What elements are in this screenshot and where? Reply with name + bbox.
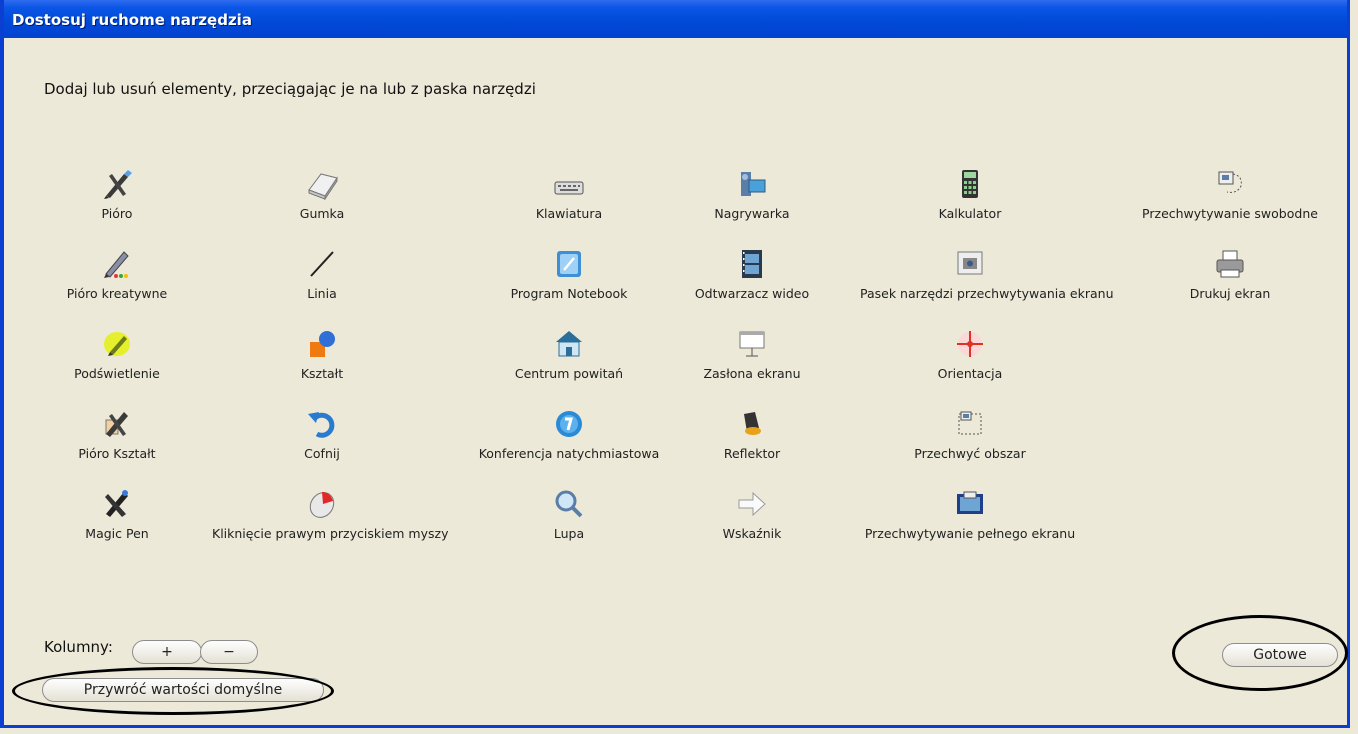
- tool-item[interactable]: Drukuj ekran: [1120, 248, 1340, 301]
- recorder-icon: [735, 168, 769, 200]
- fullscreen-capture-icon: [953, 488, 987, 520]
- tool-label: Wskaźnik: [722, 526, 782, 541]
- creative-pen-icon: [100, 248, 134, 280]
- remove-column-button[interactable]: −: [200, 640, 258, 664]
- tool-item[interactable]: Kliknięcie prawym przyciskiem myszy: [212, 488, 449, 541]
- magnifier-icon: [552, 488, 586, 520]
- dialog-window: Dostosuj ruchome narzędzia Dodaj lub usu…: [0, 0, 1350, 728]
- tool-item[interactable]: Zasłona ekranu: [642, 328, 862, 381]
- tool-item[interactable]: Linia: [212, 248, 432, 301]
- instant-conference-icon: [552, 408, 586, 440]
- notebook-icon: [552, 248, 586, 280]
- tool-item[interactable]: Pasek narzędzi przechwytywania ekranu: [860, 248, 1114, 301]
- welcome-center-icon: [552, 328, 586, 360]
- tool-label: Pióro Kształt: [78, 446, 156, 461]
- tool-label: Cofnij: [304, 446, 340, 461]
- tool-item[interactable]: Przechwytywanie pełnego ekranu: [860, 488, 1080, 541]
- highlighter-icon: [100, 328, 134, 360]
- freehand-capture-icon: [1213, 168, 1247, 200]
- add-column-button[interactable]: +: [132, 640, 202, 664]
- columns-label: Kolumny:: [44, 638, 113, 656]
- tool-label: Gumka: [299, 206, 345, 221]
- tool-item[interactable]: Kalkulator: [860, 168, 1080, 221]
- tool-label: Przechwytywanie pełnego ekranu: [864, 526, 1076, 541]
- tool-item[interactable]: Gumka: [212, 168, 432, 221]
- tool-item[interactable]: Magic Pen: [7, 488, 227, 541]
- print-icon: [1213, 248, 1247, 280]
- tool-item[interactable]: Odtwarzacz wideo: [642, 248, 862, 301]
- shape-pen-icon: [100, 408, 134, 440]
- tool-item[interactable]: Pióro kreatywne: [7, 248, 227, 301]
- tool-label: Reflektor: [723, 446, 781, 461]
- restore-defaults-button[interactable]: Przywróć wartości domyślne: [42, 678, 324, 702]
- instruction-text: Dodaj lub usuń elementy, przeciągając je…: [44, 80, 536, 98]
- keyboard-icon: [552, 168, 586, 200]
- orientation-icon: [953, 328, 987, 360]
- tool-item[interactable]: Kształt: [212, 328, 432, 381]
- tool-item[interactable]: Reflektor: [642, 408, 862, 461]
- shape-icon: [305, 328, 339, 360]
- done-button[interactable]: Gotowe: [1222, 643, 1338, 667]
- tool-label: Przechwyć obszar: [914, 446, 1026, 461]
- tool-label: Zasłona ekranu: [703, 366, 801, 381]
- tool-label: Magic Pen: [85, 526, 149, 541]
- tool-label: Drukuj ekran: [1189, 286, 1271, 301]
- tool-label: Pióro kreatywne: [66, 286, 168, 301]
- tool-label: Przechwytywanie swobodne: [1142, 206, 1318, 221]
- tool-label: Odtwarzacz wideo: [694, 286, 810, 301]
- capture-toolbar-icon: [953, 248, 987, 280]
- tool-label: Pióro: [101, 206, 133, 221]
- tool-item[interactable]: Cofnij: [212, 408, 432, 461]
- tool-label: Nagrywarka: [714, 206, 790, 221]
- right-click-icon: [305, 488, 339, 520]
- tool-item[interactable]: Podświetlenie: [7, 328, 227, 381]
- window-title: Dostosuj ruchome narzędzia: [12, 11, 252, 29]
- undo-icon: [305, 408, 339, 440]
- pen-icon: [100, 168, 134, 200]
- tool-label: Kształt: [300, 366, 344, 381]
- tool-item[interactable]: Nagrywarka: [642, 168, 862, 221]
- tool-label: Linia: [307, 286, 337, 301]
- line-icon: [305, 248, 339, 280]
- tool-item[interactable]: Przechwyć obszar: [860, 408, 1080, 461]
- spotlight-icon: [735, 408, 769, 440]
- pointer-icon: [735, 488, 769, 520]
- tool-label: Kalkulator: [938, 206, 1002, 221]
- screen-shade-icon: [735, 328, 769, 360]
- area-capture-icon: [953, 408, 987, 440]
- eraser-icon: [305, 168, 339, 201]
- tool-label: Pasek narzędzi przechwytywania ekranu: [860, 286, 1114, 301]
- tool-item[interactable]: Pióro: [7, 168, 227, 221]
- magic-pen-icon: [100, 488, 134, 520]
- tool-item[interactable]: Wskaźnik: [642, 488, 862, 541]
- tool-item[interactable]: Pióro Kształt: [7, 408, 227, 461]
- video-player-icon: [735, 248, 769, 280]
- tool-label: Orientacja: [937, 366, 1003, 381]
- title-bar[interactable]: Dostosuj ruchome narzędzia: [4, 0, 1347, 38]
- tool-label: Kliknięcie prawym przyciskiem myszy: [212, 526, 449, 541]
- calculator-icon: [953, 168, 987, 200]
- tool-label: Podświetlenie: [74, 366, 160, 381]
- tool-item[interactable]: Orientacja: [860, 328, 1080, 381]
- tool-item[interactable]: Przechwytywanie swobodne: [1120, 168, 1340, 221]
